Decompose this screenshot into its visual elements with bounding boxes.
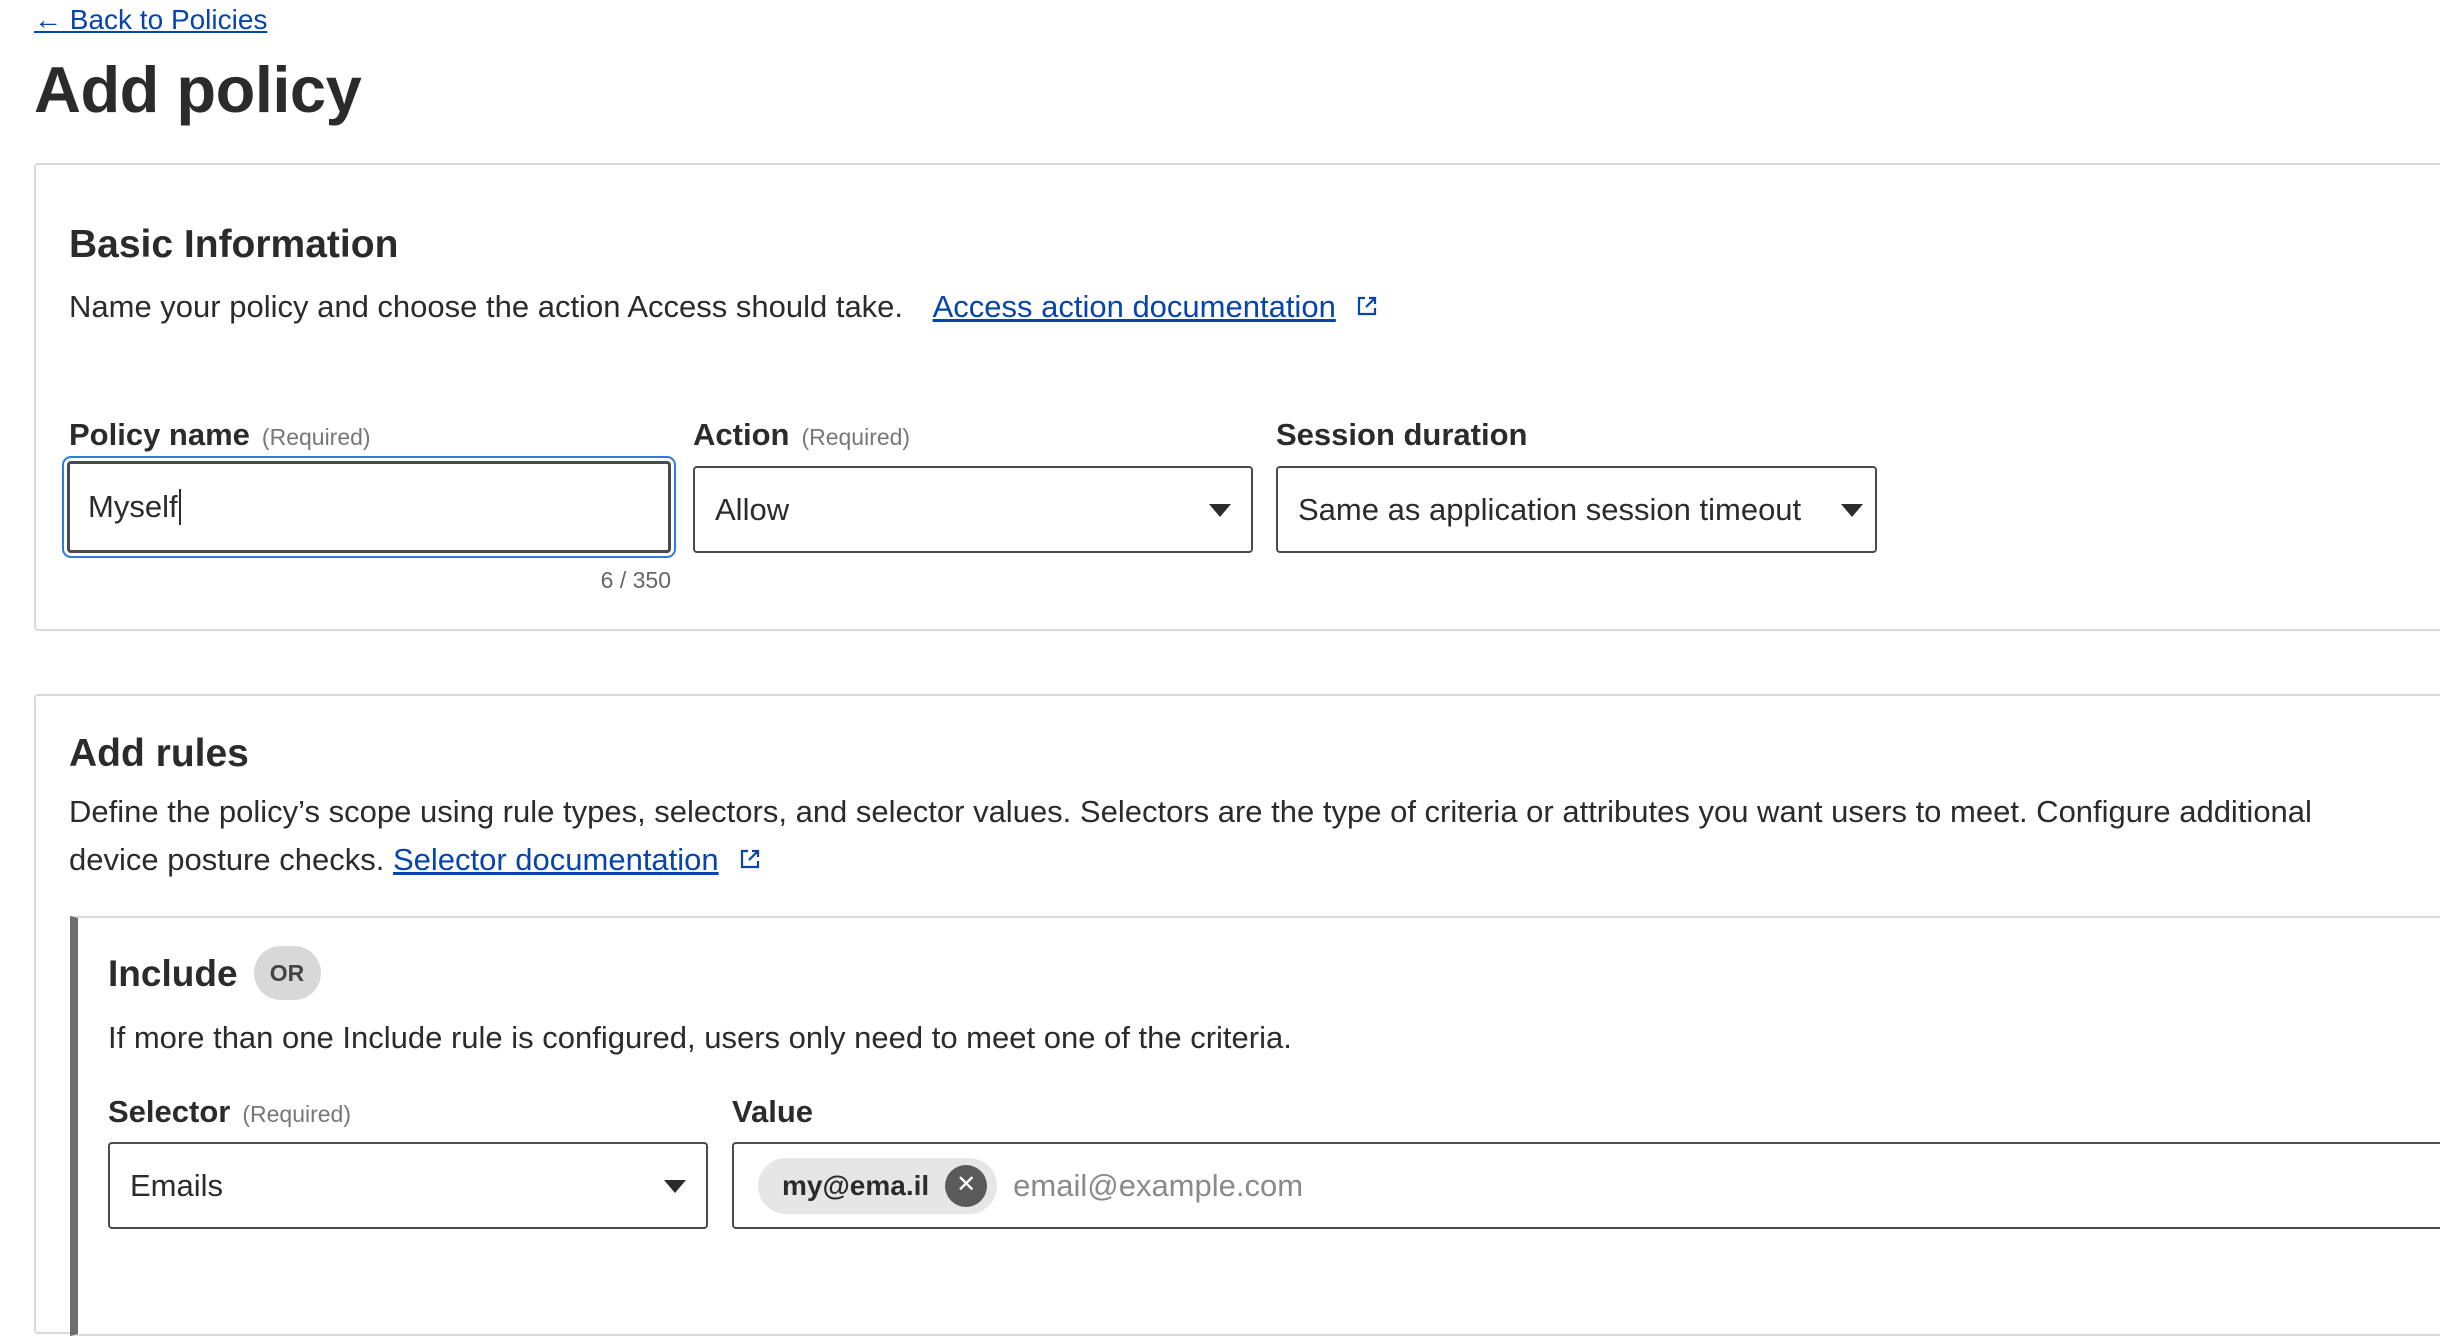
session-duration-label: Session duration xyxy=(1276,417,1528,452)
action-label-text: Action xyxy=(693,417,790,452)
caret-down-icon xyxy=(1841,503,1863,517)
add-rules-description-text: device posture checks. xyxy=(69,842,385,877)
selector-label-text: Selector xyxy=(108,1094,231,1129)
back-to-policies-link[interactable]: ← Back to Policies xyxy=(34,4,267,36)
include-title-text: Include xyxy=(108,952,238,994)
policy-name-required: (Required) xyxy=(261,424,371,450)
email-chip: my@ema.il ✕ xyxy=(758,1157,998,1214)
include-title: Include OR xyxy=(108,946,321,1000)
add-rules-card: Add rules Define the policy’s scope usin… xyxy=(34,694,2440,1336)
basic-information-description: Name your policy and choose the action A… xyxy=(69,283,1378,331)
selector-label: Selector (Required) xyxy=(108,1094,351,1130)
basic-description-text: Name your policy and choose the action A… xyxy=(69,289,904,324)
policy-name-input[interactable]: Myself xyxy=(67,461,671,553)
value-placeholder: email@example.com xyxy=(1013,1167,1304,1203)
session-duration-selected-value: Same as application session timeout xyxy=(1298,491,1802,527)
action-required: (Required) xyxy=(801,424,911,450)
text-cursor xyxy=(178,489,181,525)
selector-documentation-link[interactable]: Selector documentation xyxy=(393,842,719,877)
basic-information-card: Basic Information Name your policy and c… xyxy=(34,163,2440,631)
external-link-icon xyxy=(1358,296,1377,315)
external-link-icon xyxy=(741,849,760,868)
action-select[interactable]: Allow xyxy=(693,466,1253,553)
add-rules-description-line1: Define the policy’s scope using rule typ… xyxy=(69,794,2312,829)
close-icon[interactable]: ✕ xyxy=(945,1164,988,1207)
policy-name-label: Policy name (Required) xyxy=(69,417,371,453)
value-label: Value xyxy=(732,1094,813,1129)
selector-select[interactable]: Emails xyxy=(108,1142,708,1229)
action-selected-value: Allow xyxy=(715,491,790,527)
caret-down-icon xyxy=(1209,503,1231,517)
action-label: Action (Required) xyxy=(693,417,910,453)
caret-down-icon xyxy=(664,1179,686,1193)
add-rules-description-line2: device posture checks. Selector document… xyxy=(69,836,761,884)
include-description: If more than one Include rule is configu… xyxy=(108,1020,1292,1055)
basic-information-title: Basic Information xyxy=(69,223,399,266)
page-title: Add policy xyxy=(34,53,362,126)
include-rule-block: Include OR If more than one Include rule … xyxy=(70,916,2440,1336)
policy-name-label-text: Policy name xyxy=(69,417,250,452)
session-duration-select[interactable]: Same as application session timeout xyxy=(1276,466,1877,553)
email-chip-value: my@ema.il xyxy=(782,1169,930,1201)
selector-selected-value: Emails xyxy=(130,1167,224,1203)
or-badge: OR xyxy=(253,946,321,1000)
policy-name-counter: 6 / 350 xyxy=(600,567,671,593)
policy-name-value: Myself xyxy=(88,489,178,524)
access-action-documentation-link[interactable]: Access action documentation xyxy=(933,289,1336,324)
value-email-input[interactable]: my@ema.il ✕ email@example.com xyxy=(732,1142,2440,1229)
add-rules-title: Add rules xyxy=(69,732,249,775)
selector-required: (Required) xyxy=(242,1101,351,1127)
